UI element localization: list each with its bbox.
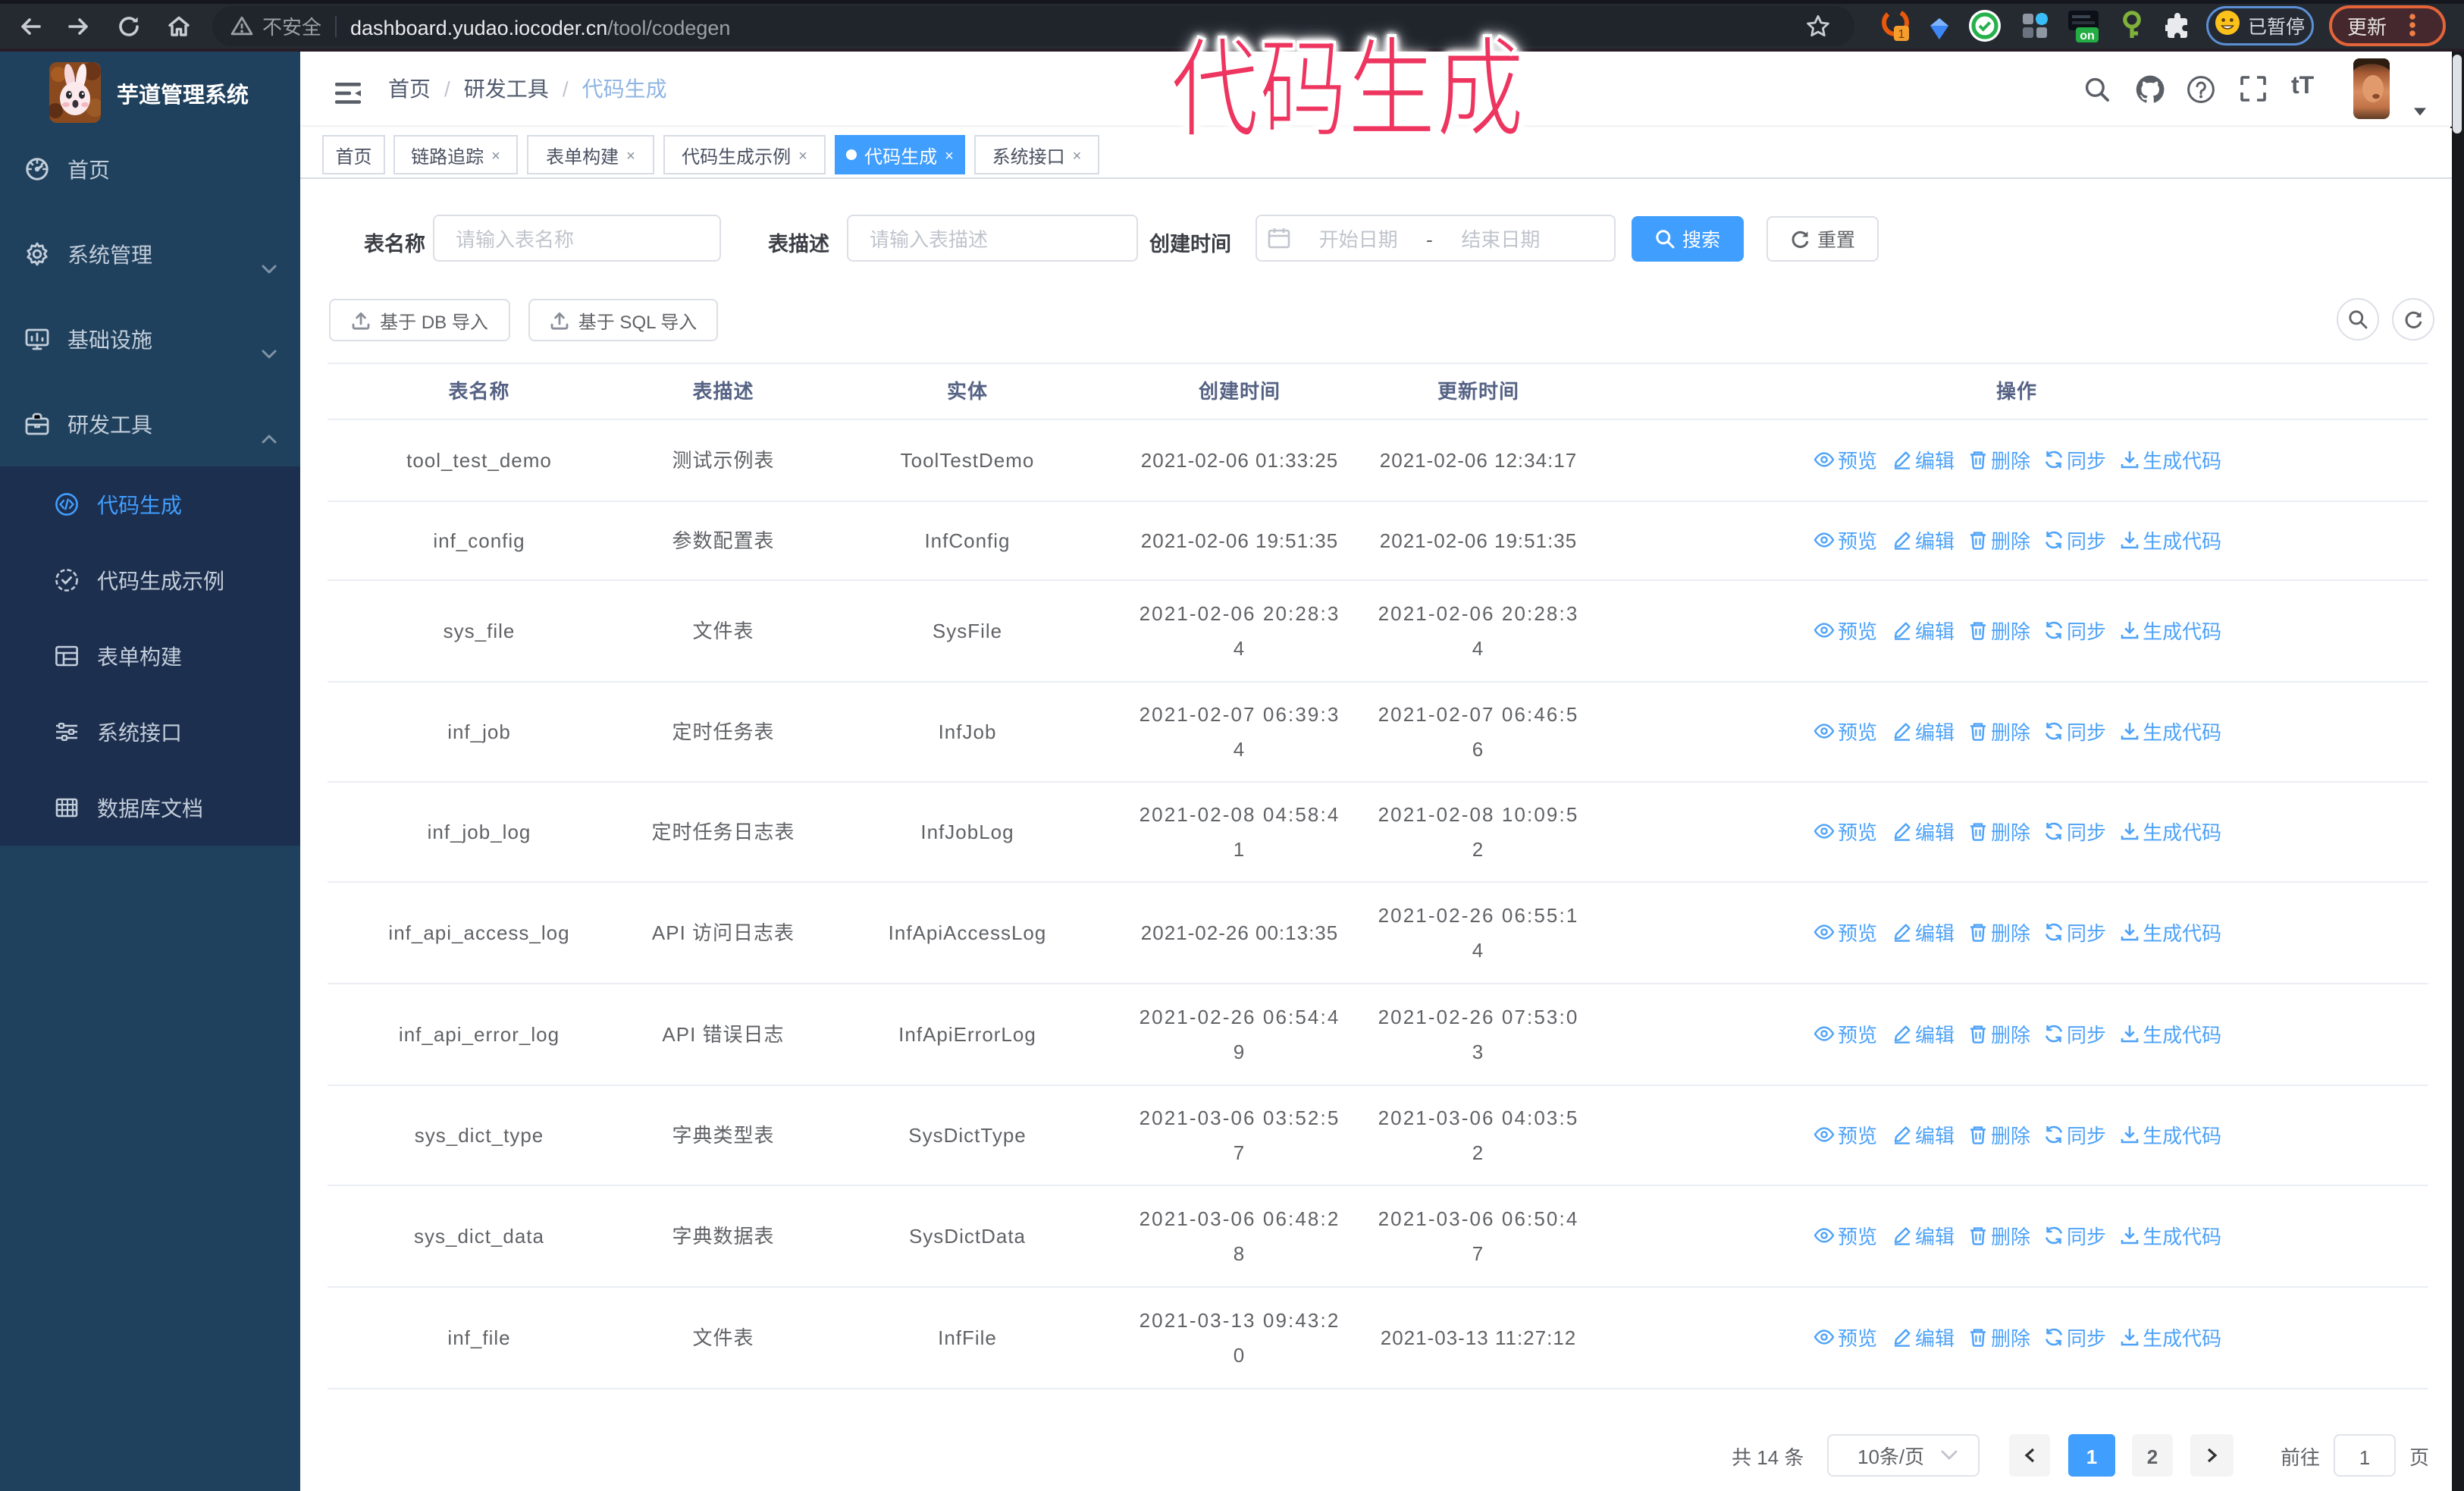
svg-text:1: 1 [1898, 28, 1905, 41]
svg-text:on: on [2080, 30, 2095, 42]
